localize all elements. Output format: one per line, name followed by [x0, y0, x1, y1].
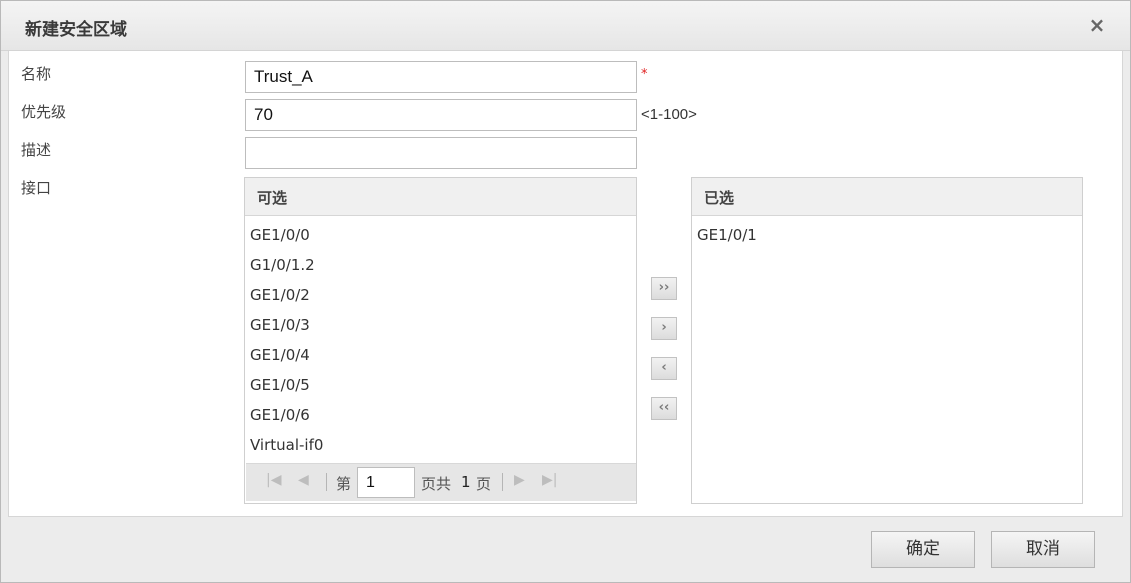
list-item[interactable]: GE1/0/0: [245, 220, 636, 250]
dialog-titlebar: 新建安全区域 ×: [1, 1, 1130, 51]
list-item[interactable]: GE1/0/6: [245, 400, 636, 430]
close-icon[interactable]: ×: [1086, 14, 1108, 36]
dialog-title: 新建安全区域: [25, 20, 127, 40]
list-item[interactable]: GE1/0/5: [245, 370, 636, 400]
new-security-zone-dialog: 新建安全区域 × 名称 * 优先级 <1-100> 描述 接口 可选 GE1/0…: [0, 0, 1131, 583]
name-label: 名称: [21, 65, 52, 83]
page-number-input[interactable]: [357, 467, 415, 498]
remove-button[interactable]: ‹: [651, 357, 677, 380]
selected-interfaces-panel: 已选 GE1/0/1: [691, 177, 1083, 504]
list-item[interactable]: Virtual-if0: [245, 430, 636, 460]
add-all-button[interactable]: ››: [651, 277, 677, 300]
required-mark: *: [641, 67, 648, 82]
list-item[interactable]: GE1/0/3: [245, 310, 636, 340]
description-input[interactable]: [245, 137, 637, 169]
page-prefix: 第: [336, 475, 352, 493]
add-button[interactable]: ›: [651, 317, 677, 340]
remove-all-button[interactable]: ‹‹: [651, 397, 677, 420]
interface-label: 接口: [21, 179, 52, 197]
priority-input[interactable]: [245, 99, 637, 131]
selected-list: GE1/0/1: [692, 216, 1082, 250]
pagination-bar: |◀ ◀ 第 页共 1 页 ▶ ▶|: [246, 463, 636, 501]
available-list: GE1/0/0 G1/0/1.2 GE1/0/2 GE1/0/3 GE1/0/4…: [245, 216, 636, 460]
pager-divider: [502, 473, 503, 491]
list-item[interactable]: GE1/0/2: [245, 280, 636, 310]
priority-label: 优先级: [21, 103, 67, 121]
available-header: 可选: [245, 178, 636, 216]
description-label: 描述: [21, 141, 52, 159]
cancel-button[interactable]: 取消: [991, 531, 1095, 568]
list-item[interactable]: GE1/0/4: [245, 340, 636, 370]
list-item[interactable]: G1/0/1.2: [245, 250, 636, 280]
priority-range-hint: <1-100>: [641, 106, 697, 123]
ok-button[interactable]: 确定: [871, 531, 975, 568]
page-suffix: 页共: [421, 475, 452, 493]
prev-page-icon[interactable]: ◀: [298, 472, 309, 488]
next-page-icon[interactable]: ▶: [514, 472, 525, 488]
first-page-icon[interactable]: |◀: [266, 472, 281, 488]
page-suffix-2: 页: [476, 475, 492, 493]
total-pages: 1: [461, 473, 471, 491]
available-interfaces-panel: 可选 GE1/0/0 G1/0/1.2 GE1/0/2 GE1/0/3 GE1/…: [244, 177, 637, 504]
last-page-icon[interactable]: ▶|: [542, 472, 557, 488]
selected-header: 已选: [692, 178, 1082, 216]
dialog-body: 名称 * 优先级 <1-100> 描述 接口 可选 GE1/0/0 G1/0/1…: [8, 51, 1123, 517]
pager-divider: [326, 473, 327, 491]
name-input[interactable]: [245, 61, 637, 93]
list-item[interactable]: GE1/0/1: [692, 220, 1082, 250]
